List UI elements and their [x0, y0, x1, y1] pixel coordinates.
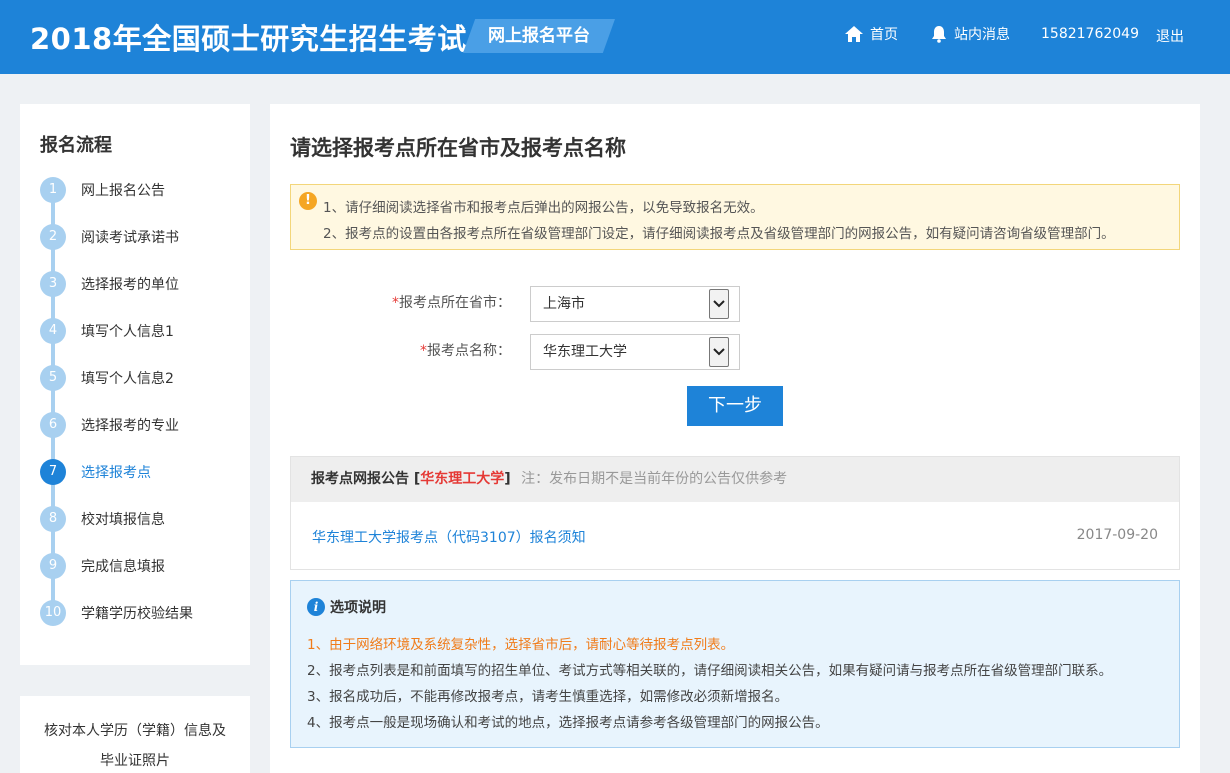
page-title: 请选择报考点所在省市及报考点名称: [290, 136, 626, 160]
step-9[interactable]: 9 完成信息填报: [40, 553, 165, 579]
warning-line-1: 1、请仔细阅读选择省市和报考点后弹出的网报公告，以免导致报名无效。: [323, 200, 764, 216]
required-mark: *: [420, 343, 427, 359]
step-label: 选择报考点: [81, 465, 151, 481]
step-connector-line: [51, 190, 55, 612]
notice-header: 报考点网报公告 [华东理工大学] 注：发布日期不是当前年份的公告仅供参考: [291, 457, 1179, 502]
step-number: 4: [40, 318, 66, 344]
nav-messages-label: 站内消息: [954, 27, 1010, 43]
info-title-text: 选项说明: [330, 600, 386, 616]
step-number: 1: [40, 177, 66, 203]
step-label: 阅读考试承诺书: [81, 230, 179, 246]
notice-date: 2017-09-20: [1076, 527, 1158, 543]
province-select[interactable]: 上海市: [530, 286, 740, 322]
site-select-value: 华东理工大学: [543, 344, 627, 360]
info-title: i 选项说明: [307, 597, 386, 617]
chevron-down-icon[interactable]: [709, 337, 729, 367]
province-label-text: 报考点所在省市：: [399, 295, 511, 311]
step-label: 学籍学历校验结果: [81, 606, 193, 622]
home-icon: [845, 26, 863, 42]
step-number: 9: [40, 553, 66, 579]
step-5[interactable]: 5 填写个人信息2: [40, 365, 174, 391]
step-number: 10: [40, 600, 66, 626]
nav-user-phone[interactable]: 15821762049: [1041, 26, 1139, 42]
verify-education-line2: 毕业证照片: [100, 753, 170, 769]
step-10[interactable]: 10 学籍学历校验结果: [40, 600, 193, 626]
notice-link[interactable]: 华东理工大学报考点（代码3107）报名须知: [312, 527, 586, 547]
step-3[interactable]: 3 选择报考的单位: [40, 271, 179, 297]
step-2[interactable]: 2 阅读考试承诺书: [40, 224, 179, 250]
chevron-down-icon[interactable]: [709, 289, 729, 319]
province-label: *报考点所在省市：: [392, 292, 511, 312]
nav-messages-link[interactable]: 站内消息: [930, 24, 1010, 44]
warning-line-2: 2、报考点的设置由各报考点所在省级管理部门设定，请仔细阅读报考点及省级管理部门的…: [323, 226, 1115, 242]
nav-home-label: 首页: [870, 27, 898, 43]
province-select-value: 上海市: [543, 296, 585, 312]
nav-logout-link[interactable]: 退出: [1156, 26, 1184, 46]
step-number: 2: [40, 224, 66, 250]
notice-head-prefix: 报考点网报公告 [: [311, 471, 421, 487]
step-4[interactable]: 4 填写个人信息1: [40, 318, 174, 344]
required-mark: *: [392, 295, 399, 311]
step-label: 填写个人信息2: [81, 371, 174, 387]
bell-icon: [932, 26, 946, 43]
info-line-1: 1、由于网络环境及系统复杂性，选择省市后，请耐心等待报考点列表。: [307, 637, 735, 653]
notice-head-suffix: ]: [504, 471, 511, 487]
notice-head-university: 华东理工大学: [420, 471, 505, 487]
next-step-button[interactable]: 下一步: [687, 386, 783, 426]
sidebar-title: 报名流程: [40, 135, 112, 156]
step-number: 7: [40, 459, 66, 485]
info-line-3: 3、报名成功后，不能再修改报考点，请考生慎重选择，如需修改必须新增报名。: [307, 689, 789, 705]
step-label: 填写个人信息1: [81, 324, 174, 340]
options-info-box: i 选项说明 1、由于网络环境及系统复杂性，选择省市后，请耐心等待报考点列表。 …: [290, 580, 1180, 748]
notice-head-note: 注：发布日期不是当前年份的公告仅供参考: [521, 471, 788, 487]
step-label: 网上报名公告: [81, 183, 165, 199]
platform-badge: 网上报名平台: [463, 19, 615, 53]
nav-home-link[interactable]: 首页: [844, 24, 898, 44]
step-number: 3: [40, 271, 66, 297]
site-title: 2018年全国硕士研究生招生考试: [30, 22, 467, 56]
warning-box: ! 1、请仔细阅读选择省市和报考点后弹出的网报公告，以免导致报名无效。 2、报考…: [290, 184, 1180, 250]
step-1[interactable]: 1 网上报名公告: [40, 177, 165, 203]
info-line-2: 2、报考点列表是和前面填写的招生单位、考试方式等相关联的，请仔细阅读相关公告，如…: [307, 663, 1113, 679]
step-label: 选择报考的专业: [81, 418, 179, 434]
step-number: 8: [40, 506, 66, 532]
info-icon: i: [307, 598, 325, 616]
exclamation-icon: !: [299, 192, 317, 210]
top-header: 2018年全国硕士研究生招生考试 网上报名平台 首页 站内消息 15821762…: [0, 0, 1230, 74]
step-label: 校对填报信息: [81, 512, 165, 528]
step-6[interactable]: 6 选择报考的专业: [40, 412, 179, 438]
step-label: 选择报考的单位: [81, 277, 179, 293]
verify-education-line1: 核对本人学历（学籍）信息及: [44, 723, 226, 739]
step-7-active[interactable]: 7 选择报考点: [40, 459, 151, 485]
info-line-4: 4、报考点一般是现场确认和考试的地点，选择报考点请参考各级管理部门的网报公告。: [307, 715, 829, 731]
site-label: *报考点名称：: [420, 340, 511, 360]
main-panel: 请选择报考点所在省市及报考点名称 ! 1、请仔细阅读选择省市和报考点后弹出的网报…: [270, 104, 1200, 773]
step-label: 完成信息填报: [81, 559, 165, 575]
site-notice-box: 报考点网报公告 [华东理工大学] 注：发布日期不是当前年份的公告仅供参考 华东理…: [290, 456, 1180, 570]
process-sidebar: 报名流程 1 网上报名公告 2 阅读考试承诺书 3 选择报考的单位 4 填写个人信息1 …: [20, 104, 250, 665]
site-select[interactable]: 华东理工大学: [530, 334, 740, 370]
step-number: 5: [40, 365, 66, 391]
site-label-text: 报考点名称：: [427, 343, 511, 359]
verify-education-card[interactable]: 核对本人学历（学籍）信息及 毕业证照片: [20, 696, 250, 773]
step-8[interactable]: 8 校对填报信息: [40, 506, 165, 532]
step-number: 6: [40, 412, 66, 438]
